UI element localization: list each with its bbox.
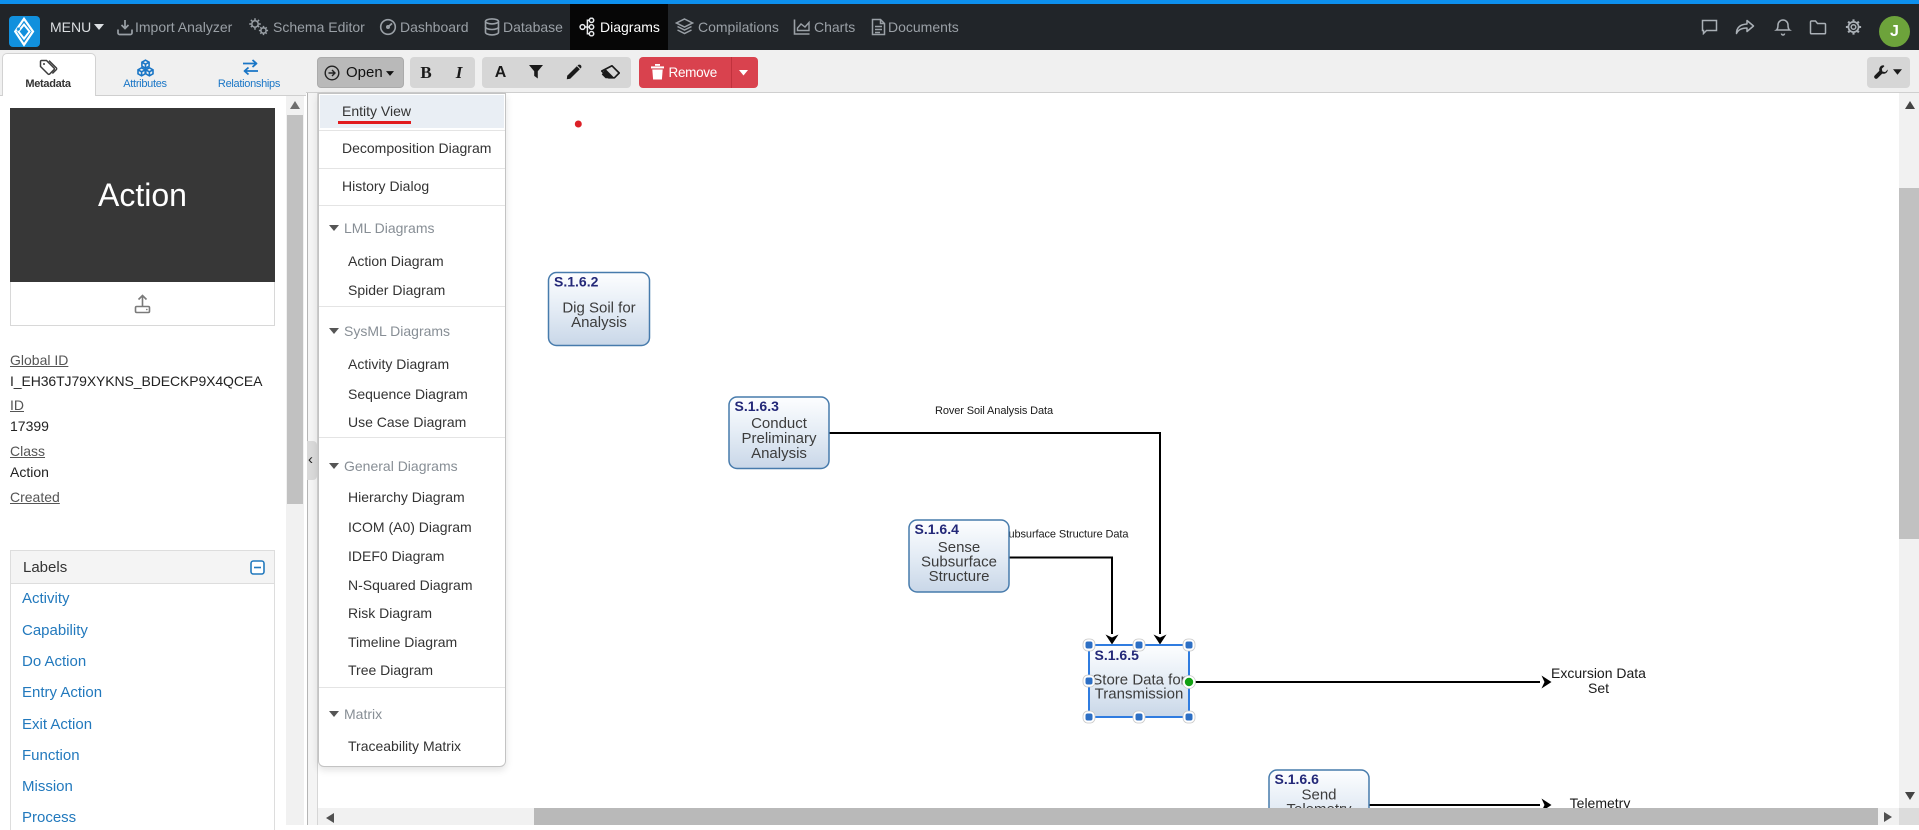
svg-text:ubsurface Structure Data: ubsurface Structure Data	[1009, 529, 1130, 541]
svg-text:Telemetry: Telemetry	[1570, 795, 1631, 808]
svg-text:S.1.6.2: S.1.6.2	[554, 274, 599, 290]
svg-text:S.1.6.6: S.1.6.6	[1275, 771, 1320, 787]
svg-text:Rover Soil Analysis Data: Rover Soil Analysis Data	[935, 405, 1054, 417]
svg-text:Excursion Data: Excursion Data	[1551, 665, 1646, 681]
svg-text:Transmission: Transmission	[1095, 686, 1184, 703]
svg-text:S.1.6.5: S.1.6.5	[1095, 647, 1140, 663]
svg-text:Analysis: Analysis	[571, 314, 627, 331]
svg-text:Structure: Structure	[929, 568, 990, 585]
svg-text:Analysis: Analysis	[751, 445, 807, 462]
svg-text:Telemetry: Telemetry	[1286, 801, 1352, 808]
svg-text:Set: Set	[1588, 680, 1609, 696]
svg-text:S.1.6.4: S.1.6.4	[915, 521, 960, 537]
svg-text:S.1.6.3: S.1.6.3	[735, 398, 780, 414]
